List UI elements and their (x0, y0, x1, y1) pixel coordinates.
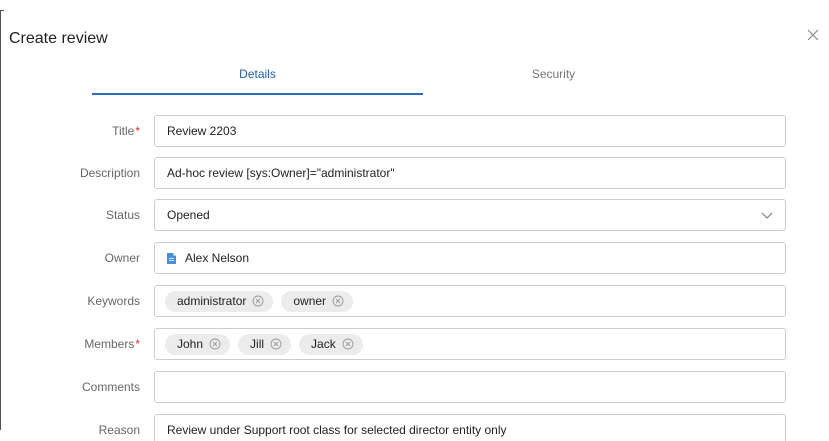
keywords-row: Keywords administrator owner (0, 285, 829, 317)
remove-chip-icon[interactable] (209, 338, 221, 350)
required-marker: * (135, 124, 140, 138)
title-field[interactable]: Review 2203 (154, 115, 786, 147)
active-tab-indicator (92, 93, 423, 95)
keywords-label: Keywords (87, 294, 140, 308)
keywords-field[interactable]: administrator owner (154, 285, 786, 317)
tab-details[interactable]: Details (92, 60, 423, 95)
members-row: Members* John Jill Jack (0, 328, 829, 360)
document-icon (167, 253, 176, 264)
member-chip: Jill (238, 333, 292, 355)
left-border-tick (0, 10, 4, 11)
description-field[interactable]: Ad-hoc review [sys:Owner]="administrator… (154, 157, 786, 189)
chip-label: John (177, 336, 204, 351)
owner-row: Owner Alex Nelson (0, 242, 829, 274)
members-label: Members* (84, 337, 140, 351)
member-chip: Jack (299, 333, 363, 355)
owner-label: Owner (104, 251, 140, 265)
remove-chip-icon[interactable] (342, 338, 354, 350)
chip-label: Jack (311, 336, 336, 351)
chip-label: administrator (177, 293, 247, 308)
owner-field[interactable]: Alex Nelson (154, 242, 786, 274)
comments-field[interactable] (154, 371, 786, 403)
remove-chip-icon[interactable] (252, 295, 264, 307)
tab-bar: Details Security (92, 60, 684, 96)
keywords-chip-list: administrator owner (155, 286, 785, 316)
status-label: Status (105, 208, 140, 222)
comments-row: Comments (0, 371, 829, 403)
comments-label: Comments (81, 380, 140, 394)
chevron-down-icon (761, 212, 773, 219)
members-chip-list: John Jill Jack (155, 329, 785, 359)
required-marker: * (135, 337, 140, 351)
members-field[interactable]: John Jill Jack (154, 328, 786, 360)
close-button[interactable] (806, 28, 824, 46)
owner-value: Alex Nelson (185, 251, 250, 265)
reason-label: Reason (98, 423, 140, 437)
close-icon (807, 29, 819, 41)
reason-row: Reason Review under Support root class f… (0, 414, 829, 441)
tab-security[interactable]: Security (423, 60, 684, 95)
chip-label: Jill (250, 336, 265, 351)
reason-field[interactable]: Review under Support root class for sele… (154, 414, 786, 441)
member-chip: John (165, 333, 231, 355)
description-label: Description (79, 166, 140, 180)
status-value: Opened (167, 208, 210, 222)
keyword-chip: administrator (165, 290, 274, 312)
keyword-chip: owner (281, 290, 354, 312)
title-label: Title* (112, 124, 140, 138)
chip-label: owner (293, 293, 327, 308)
remove-chip-icon[interactable] (270, 338, 282, 350)
dialog-title: Create review (9, 30, 108, 47)
title-row: Title* Review 2203 (0, 115, 829, 147)
status-row: Status Opened (0, 199, 829, 231)
description-row: Description Ad-hoc review [sys:Owner]="a… (0, 157, 829, 189)
status-select[interactable]: Opened (154, 199, 786, 231)
remove-chip-icon[interactable] (332, 295, 344, 307)
